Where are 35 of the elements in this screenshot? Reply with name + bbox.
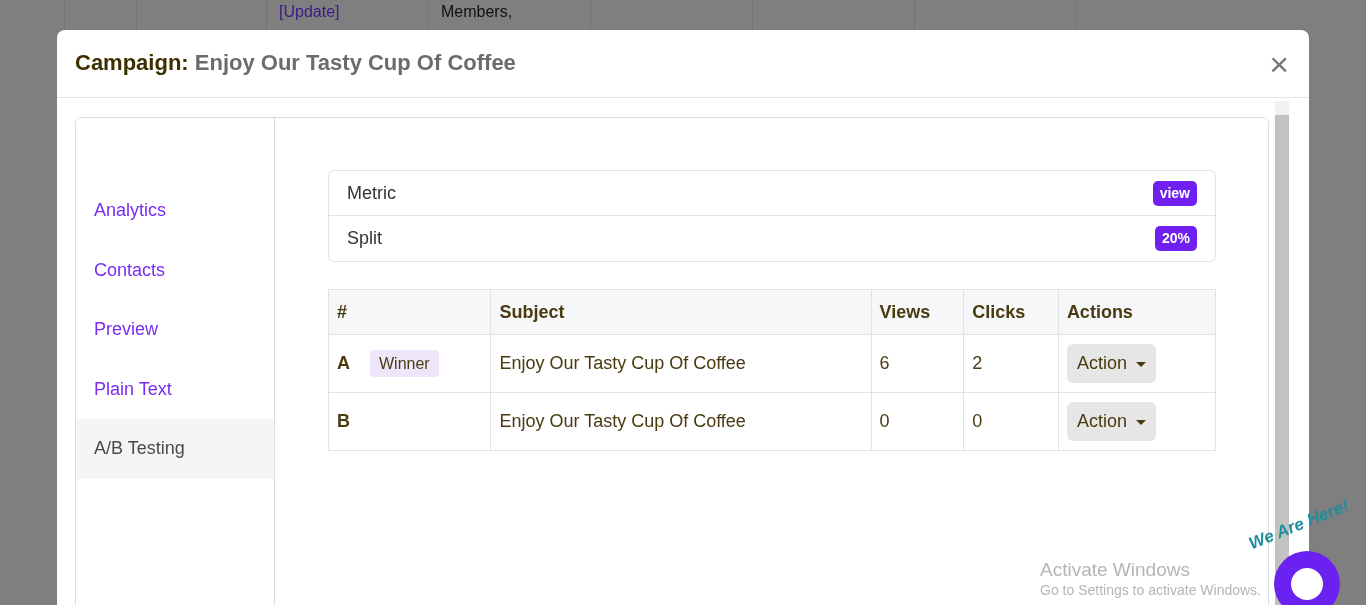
sidebar-tab[interactable]: Analytics (76, 181, 274, 241)
variant-label: B (337, 411, 350, 431)
background-text: Members, (441, 2, 514, 22)
caret-icon (1135, 419, 1146, 425)
setting-label: Metric (347, 181, 396, 205)
setting-value: view (1152, 180, 1197, 206)
modal-title: Campaign: Enjoy Our Tasty Cup Of Coffee (75, 50, 516, 77)
clicks-cell: 2 (963, 334, 1059, 393)
setting-label: Split (347, 227, 382, 250)
chat-button[interactable] (1274, 551, 1340, 605)
subject-cell: Enjoy Our Tasty Cup Of Coffee (490, 334, 872, 393)
action-dropdown-button[interactable]: Action (1066, 344, 1156, 383)
activation-hint: Go to Settings to activate Windows. (1040, 581, 1261, 599)
sidebar-tab[interactable]: A/B Testing (76, 419, 274, 479)
winner-tag: Winner (370, 350, 439, 377)
setting-value: 20% (1154, 226, 1197, 251)
close-button[interactable]: × (1265, 46, 1293, 81)
caret-icon (1135, 361, 1146, 367)
column-header: Views (871, 289, 964, 335)
sidebar-tab[interactable]: Preview (76, 300, 274, 360)
action-dropdown-button[interactable]: Action (1066, 402, 1156, 441)
column-header: Subject (490, 289, 872, 335)
sidebar-tab[interactable]: Contacts (76, 240, 274, 300)
subject-cell: Enjoy Our Tasty Cup Of Coffee (490, 392, 872, 451)
clicks-cell: 0 (963, 392, 1059, 451)
variant-label: A (337, 353, 350, 373)
column-header: Actions (1058, 289, 1216, 335)
column-header: Clicks (963, 289, 1059, 335)
views-cell: 6 (871, 334, 964, 393)
sidebar-tab[interactable]: Plain Text (76, 359, 274, 419)
column-header: # (328, 289, 491, 335)
activation-title: Activate Windows (1040, 558, 1191, 581)
views-cell: 0 (871, 392, 964, 451)
chat-bubble-icon (1289, 566, 1325, 602)
chat-label: We Are Here! (1245, 494, 1353, 556)
